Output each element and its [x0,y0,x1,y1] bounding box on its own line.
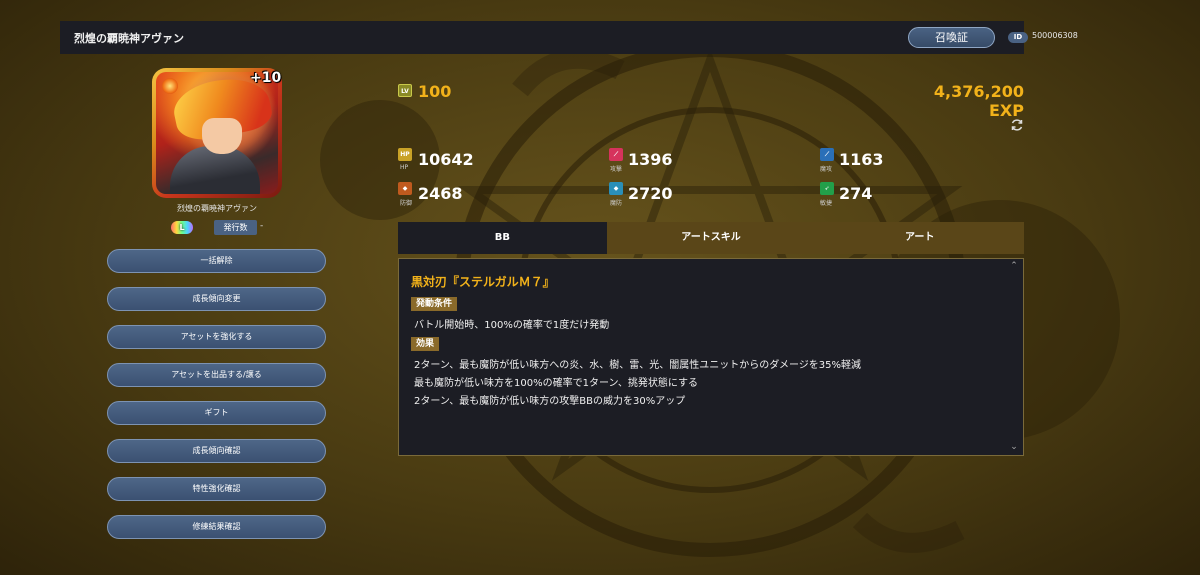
defense-label: 防御 [400,200,413,207]
unit-plus-level: +10 [250,70,282,86]
gift-button[interactable]: ギフト [107,401,326,425]
rarity-badge: L [171,221,193,234]
attack-value: 1396 [628,150,673,169]
scroll-down-icon[interactable]: ⌄ [1009,442,1019,452]
id-value: 500006308 [1032,31,1078,40]
magic-defense-value: 2720 [628,184,673,203]
summon-certificate-button[interactable]: 召喚証 [908,27,995,48]
magic-defense-icon: ◆ [609,182,623,195]
check-growth-button[interactable]: 成長傾向確認 [107,439,326,463]
list-transfer-asset-button[interactable]: アセットを出品する/譲る [107,363,326,387]
magic-attack-label: 魔攻 [820,166,833,173]
effect-text: 2ターン、最も魔防が低い味方への炎、水、樹、雷、光、闇属性ユニットからのダメージ… [414,360,861,371]
effect-text: 2ターン、最も魔防が低い味方の攻撃BBの威力を30%アップ [414,396,686,407]
check-training-button[interactable]: 修練結果確認 [107,515,326,539]
title-bar: 烈煌の覇暁神アヴァン 召喚証 ID 500006308 [60,21,1078,54]
issue-count-value: - [260,221,264,231]
tab-art-skill[interactable]: アートスキル [606,222,816,254]
condition-text: バトル開始時、100%の確率で1度だけ発動 [414,320,610,331]
exp-value: 4,376,200 EXP [933,82,1024,120]
fire-element-icon [162,78,178,94]
hp-value: 10642 [418,150,474,169]
page-title: 烈煌の覇暁神アヴァン [74,31,184,45]
refresh-icon[interactable] [1010,118,1024,132]
magic-attack-icon: ⟋ [820,148,834,161]
unit-name: 烈煌の覇暁神アヴァン [177,204,257,213]
defense-icon: ◆ [398,182,412,195]
enhance-asset-button[interactable]: アセットを強化する [107,325,326,349]
attack-icon: ⟋ [609,148,623,161]
skill-panel[interactable]: 黒対刃『ステルガルＭ７』 発動条件 バトル開始時、100%の確率で1度だけ発動 … [398,258,1024,456]
magic-defense-label: 魔防 [610,200,623,207]
tab-art[interactable]: アート [815,222,1025,254]
change-growth-button[interactable]: 成長傾向変更 [107,287,326,311]
tab-bb[interactable]: BB [398,222,607,254]
skill-tabs: BB アートスキル アート [398,222,1025,254]
unit-portrait [152,68,282,198]
agility-value: 274 [839,184,873,203]
unit-portrait-image [156,72,278,194]
effect-text: 最も魔防が低い味方を100%の確率で1ターン、挑発状態にする [414,378,698,389]
defense-value: 2468 [418,184,463,203]
issue-count-badge: 発行数 [214,220,257,235]
bulk-release-button[interactable]: 一括解除 [107,249,326,273]
scroll-up-icon[interactable]: ⌃ [1009,261,1019,271]
attack-label: 攻撃 [610,166,623,173]
agility-label: 敏捷 [820,200,833,207]
agility-icon: ➶ [820,182,834,195]
hp-label: HP [400,164,409,171]
effect-tag: 効果 [411,337,440,351]
magic-attack-value: 1163 [839,150,884,169]
check-trait-button[interactable]: 特性強化確認 [107,477,326,501]
condition-tag: 発動条件 [411,297,458,311]
level-icon: LV [398,84,412,97]
skill-name: 黒対刃『ステルガルＭ７』 [411,275,555,289]
level-value: 100 [418,82,452,101]
hp-icon: HP [398,148,412,161]
id-badge: ID [1008,32,1028,43]
